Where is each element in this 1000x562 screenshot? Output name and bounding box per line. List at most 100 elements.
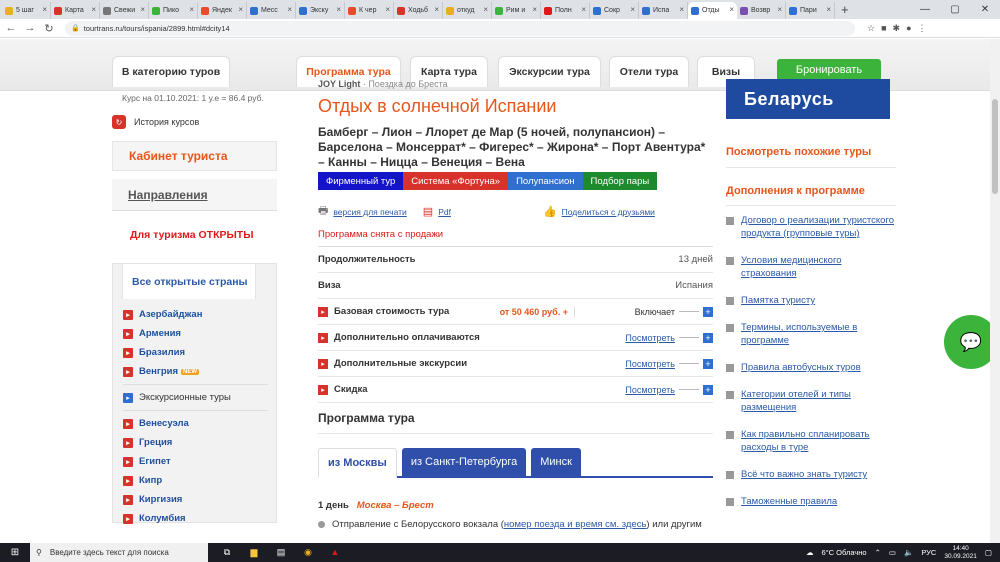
extension-icon[interactable]: ■ <box>881 23 886 34</box>
browser-tab[interactable]: 5 шаг × <box>2 2 51 19</box>
countries-tab[interactable]: Все открытые страны <box>122 263 256 299</box>
browser-tab[interactable]: Ходьб × <box>394 2 443 19</box>
country-item[interactable]: ▸ Венесуэла <box>123 414 276 433</box>
belarus-banner[interactable]: Беларусь <box>726 79 890 119</box>
chrome-icon[interactable]: ◉ <box>301 547 315 558</box>
country-item[interactable]: ▸ Бразилия <box>123 343 276 362</box>
additions-link[interactable]: Термины, используемые в программе <box>726 321 896 347</box>
explorer-icon[interactable]: ▆ <box>247 547 261 558</box>
profile-icon[interactable]: ● <box>906 23 911 34</box>
rate-history-link[interactable]: ↻ История курсов <box>112 115 277 129</box>
pdf-link[interactable]: Pdf <box>438 207 451 217</box>
menu-icon[interactable]: ⋮ <box>918 23 927 34</box>
country-item[interactable]: ▸ Греция <box>123 433 276 452</box>
pdf-app-icon[interactable]: ▲ <box>328 547 342 558</box>
puzzle-icon[interactable]: ✱ <box>893 23 901 34</box>
share-link[interactable]: Поделиться с друзьями <box>562 207 655 217</box>
expand-icon[interactable]: + <box>703 332 713 343</box>
close-tab-icon[interactable]: × <box>434 5 439 14</box>
browser-tab[interactable]: Сокр × <box>590 2 639 19</box>
windows-start-icon[interactable]: ⊞ <box>0 547 30 558</box>
tray-chevron-icon[interactable]: ⌃ <box>875 548 881 557</box>
taskbar-search[interactable]: ⚲ Введите здесь текст для поиска <box>30 543 208 562</box>
expand-icon[interactable]: + <box>703 384 713 395</box>
tour-badge[interactable]: Система «Фортуна» <box>403 172 509 190</box>
tab-minsk[interactable]: Минск <box>531 448 581 476</box>
close-tab-icon[interactable]: × <box>42 5 47 14</box>
directions-heading[interactable]: Направления <box>112 179 277 211</box>
close-tab-icon[interactable]: × <box>385 5 390 14</box>
similar-tours-link[interactable]: Посмотреть похожие туры <box>726 146 896 168</box>
train-schedule-link[interactable]: номер поезда и время см. здесь <box>504 519 647 530</box>
additions-link[interactable]: Категории отелей и типы размещения <box>726 388 896 414</box>
browser-tab[interactable]: Полн × <box>541 2 590 19</box>
notifications-icon[interactable]: ▢ <box>985 548 992 557</box>
page-scrollbar[interactable] <box>990 39 1000 543</box>
expand-icon[interactable]: + <box>703 358 713 369</box>
close-tab-icon[interactable]: × <box>826 5 831 14</box>
additions-link[interactable]: Памятка туристу <box>726 294 896 307</box>
new-tab-button[interactable]: + <box>841 2 849 17</box>
task-view-icon[interactable]: ⧉ <box>220 547 234 558</box>
browser-tab[interactable]: Месс × <box>247 2 296 19</box>
extra-excursions-link[interactable]: Посмотреть <box>575 359 675 369</box>
close-tab-icon[interactable]: × <box>189 5 194 14</box>
close-tab-icon[interactable]: × <box>581 5 586 14</box>
country-item[interactable]: ▸ Египет <box>123 452 276 471</box>
minimize-icon[interactable]: — <box>910 0 940 19</box>
country-item[interactable]: ▸ Киргизия <box>123 490 276 509</box>
browser-tab[interactable]: Экску × <box>296 2 345 19</box>
tab-from-spb[interactable]: из Санкт-Петербурга <box>401 448 527 476</box>
country-item[interactable]: ▸ Кипр <box>123 471 276 490</box>
tour-badge[interactable]: Полупансион <box>508 172 583 190</box>
tourist-cabinet-link[interactable]: Кабинет туриста <box>112 141 277 171</box>
additions-link[interactable]: Всё что важно знать туристу <box>726 468 896 481</box>
weather-text[interactable]: 6°C Облачно <box>822 548 867 557</box>
maximize-icon[interactable]: ▢ <box>940 0 970 19</box>
browser-tab[interactable]: Отды × <box>688 2 737 19</box>
additions-link[interactable]: Таможенные правила <box>726 495 896 508</box>
browser-tab[interactable]: откуд × <box>443 2 492 19</box>
tab-from-moscow[interactable]: из Москвы <box>318 448 397 478</box>
browser-tab[interactable]: К чер × <box>345 2 394 19</box>
close-tab-icon[interactable]: × <box>336 5 341 14</box>
country-item[interactable]: ▸ Экскурсионные туры <box>123 388 276 407</box>
tour-badge[interactable]: Фирменный тур <box>318 172 404 190</box>
tour-badge[interactable]: Подбор пары <box>582 172 658 190</box>
discount-link[interactable]: Посмотреть <box>575 385 675 395</box>
scrollbar-thumb[interactable] <box>992 99 998 194</box>
browser-tab[interactable]: Возвр × <box>737 2 786 19</box>
close-tab-icon[interactable]: × <box>532 5 537 14</box>
browser-tab[interactable]: Пико × <box>149 2 198 19</box>
additions-link[interactable]: Как правильно спланировать расходы в тур… <box>726 428 896 454</box>
extra-payments-link[interactable]: Посмотреть <box>575 333 675 343</box>
volume-icon[interactable]: 🔈 <box>904 548 913 557</box>
network-icon[interactable]: ▭ <box>889 548 896 557</box>
language-indicator[interactable]: РУС <box>921 548 936 557</box>
additions-link[interactable]: Договор о реализации туристского продукт… <box>726 214 896 240</box>
close-tab-icon[interactable]: × <box>729 5 734 14</box>
close-tab-icon[interactable]: × <box>287 5 292 14</box>
base-price-row[interactable]: ▸ Базовая стоимость тура от 50 460 руб. … <box>318 299 713 325</box>
country-item[interactable]: ▸ Венгрия NEW <box>123 362 276 381</box>
close-tab-icon[interactable]: × <box>91 5 96 14</box>
close-window-icon[interactable]: ✕ <box>970 0 1000 19</box>
expand-icon[interactable]: + <box>703 306 713 317</box>
extra-excursions-row[interactable]: ▸ Дополнительные экскурсии Посмотреть + <box>318 351 713 377</box>
browser-tab[interactable]: Свежи × <box>100 2 149 19</box>
forward-icon[interactable]: → <box>22 22 38 34</box>
close-tab-icon[interactable]: × <box>679 5 684 14</box>
book-button[interactable]: Бронировать <box>777 59 881 81</box>
close-tab-icon[interactable]: × <box>238 5 243 14</box>
star-icon[interactable]: ☆ <box>867 23 875 34</box>
extra-payments-row[interactable]: ▸ Дополнительно оплачиваются Посмотреть … <box>318 325 713 351</box>
additions-link[interactable]: Правила автобусных туров <box>726 361 896 374</box>
reload-icon[interactable]: ↻ <box>41 22 57 35</box>
close-tab-icon[interactable]: × <box>483 5 488 14</box>
additions-link[interactable]: Условия медицинского страхования <box>726 254 896 280</box>
browser-tab[interactable]: Испа × <box>639 2 688 19</box>
close-tab-icon[interactable]: × <box>140 5 145 14</box>
print-link[interactable]: версия для печати <box>333 207 406 217</box>
country-item[interactable]: ▸ Азербайджан <box>123 305 276 324</box>
url-field[interactable]: 🔒 tourtrans.ru/tours/ispania/2899.html#d… <box>65 20 855 36</box>
